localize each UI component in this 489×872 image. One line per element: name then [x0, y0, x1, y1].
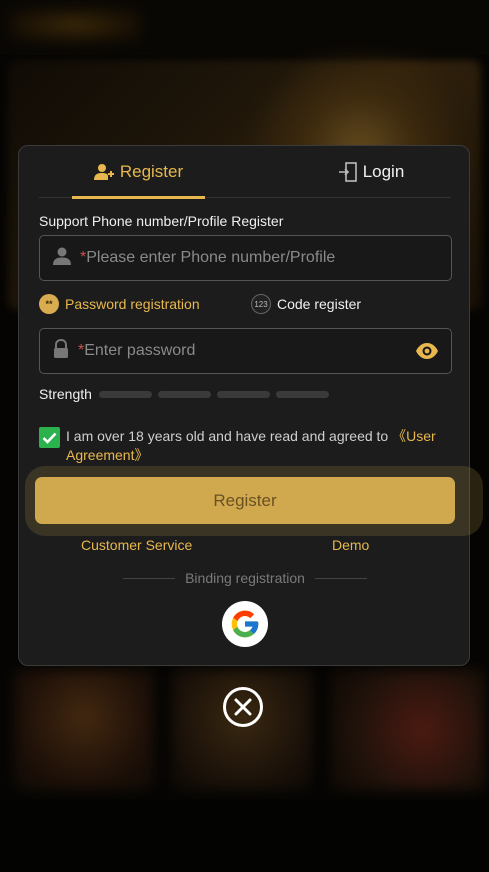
user-add-icon	[93, 163, 114, 181]
auth-tabs: Register Login	[39, 146, 451, 199]
password-strength: Strength	[39, 386, 329, 402]
strength-bars	[98, 390, 329, 398]
close-icon	[234, 698, 252, 716]
phone-field-label: Support Phone number/Profile Register	[39, 213, 284, 229]
helper-links: Customer Service Demo	[19, 537, 471, 557]
tab-register-label: Register	[119, 162, 184, 181]
strength-label: Strength	[39, 386, 92, 402]
register-button-glow: Register	[25, 466, 483, 536]
password-placeholder: Enter password	[84, 342, 196, 359]
register-methods: ** Password registration 123 Code regist…	[39, 294, 452, 316]
register-button[interactable]: Register	[35, 477, 455, 524]
customer-service-link[interactable]: Customer Service	[81, 537, 192, 553]
method-code-label: Code register	[277, 296, 362, 312]
agreement-text: I am over 18 years old and have read and…	[66, 428, 393, 444]
demo-link[interactable]: Demo	[332, 537, 369, 553]
strength-bar	[275, 390, 329, 398]
strength-bar	[216, 390, 270, 398]
phone-input[interactable]: * Please enter Phone number/Profile	[39, 235, 452, 281]
binding-divider: Binding registration	[123, 570, 368, 586]
agreement-text-block: I am over 18 years old and have read and…	[39, 427, 459, 465]
method-password-registration[interactable]: ** Password registration	[39, 294, 200, 314]
divider-line	[123, 577, 176, 579]
close-modal-button[interactable]	[223, 687, 263, 727]
google-login-button[interactable]	[222, 601, 268, 647]
password-input[interactable]: * Enter password	[39, 328, 452, 374]
google-icon	[231, 610, 259, 638]
checkmark-icon	[42, 432, 57, 444]
password-dots-icon: **	[39, 294, 59, 314]
tab-register[interactable]: Register	[72, 146, 205, 199]
tab-login-label: Login	[362, 162, 405, 181]
eye-icon[interactable]	[415, 341, 439, 366]
agreement-checkbox[interactable]	[39, 427, 60, 448]
code-123-icon: 123	[251, 294, 271, 314]
user-icon	[52, 246, 72, 271]
login-door-icon	[338, 162, 357, 182]
register-modal: Register Login Support Phone number/Prof…	[18, 145, 483, 666]
lock-icon	[52, 338, 70, 364]
agreement-row: I am over 18 years old and have read and…	[39, 427, 459, 465]
strength-bar	[157, 390, 211, 398]
tab-login[interactable]: Login	[305, 146, 438, 198]
binding-label: Binding registration	[185, 570, 305, 586]
strength-bar	[98, 390, 152, 398]
method-code-register[interactable]: 123 Code register	[251, 294, 361, 314]
method-password-label: Password registration	[65, 296, 200, 312]
phone-placeholder: Please enter Phone number/Profile	[86, 249, 336, 266]
divider-line	[314, 577, 368, 579]
